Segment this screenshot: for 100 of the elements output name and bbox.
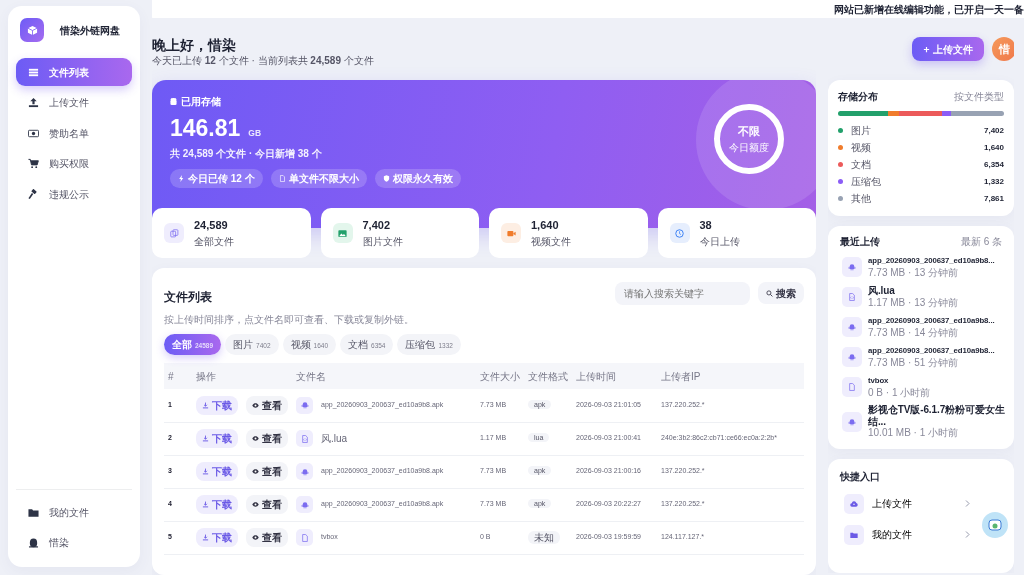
column-header: 文件名	[296, 370, 326, 382]
code-file-icon	[848, 293, 856, 301]
search-button[interactable]: 搜索	[758, 282, 804, 304]
sidebar-item[interactable]: 文件列表	[16, 58, 132, 86]
file-meta: 7.73 MB · 51 分钟前	[868, 356, 960, 369]
quick-link[interactable]: 上传文件	[836, 488, 920, 519]
legend-count: 1,332	[983, 175, 1004, 188]
chevron-right-icon	[963, 530, 972, 539]
stat-label: 视频文件	[531, 234, 571, 249]
legend-label: 压缩包	[851, 175, 881, 189]
greeting-subtitle: 今天已上传 12 个文件 · 当前列表共 24,589 个文件	[152, 54, 374, 69]
storage-value: 146.81	[170, 114, 241, 143]
file-list-hint: 按上传时间排序，点文件名即可查看、下载或复制外链。	[164, 313, 415, 327]
stat-value: 38	[699, 218, 713, 234]
legend-label: 其他	[851, 192, 871, 206]
file-name-link[interactable]: 风.lua	[321, 431, 348, 446]
stat-value: 24,589	[194, 218, 229, 234]
file-name-link[interactable]: 影视仓TV版-6.1.7粉粉可爱女生结...	[868, 404, 1006, 427]
download-button[interactable]: 下载	[196, 429, 238, 448]
eye-icon	[252, 435, 259, 442]
quick-link[interactable]: 我的文件	[836, 519, 920, 550]
legend-label: 视频	[851, 141, 871, 155]
file-icon	[848, 383, 856, 391]
image-icon	[338, 228, 347, 238]
download-icon	[202, 534, 209, 541]
cart-icon	[28, 158, 39, 169]
stat-value: 7,402	[362, 218, 392, 234]
stat-label: 今日上传	[699, 234, 740, 249]
folder-icon	[28, 506, 39, 518]
column-header: 文件格式	[528, 370, 568, 382]
download-button[interactable]: 下载	[196, 462, 238, 481]
view-button[interactable]: 查看	[246, 495, 288, 514]
brand-name: 惜染外链网盘	[60, 23, 120, 38]
download-icon	[202, 435, 209, 442]
file-meta: 7.73 MB · 13 分钟前	[868, 266, 960, 279]
view-button[interactable]: 查看	[246, 462, 288, 481]
cloud-upload-icon	[850, 499, 858, 508]
video-camera-icon	[506, 228, 516, 238]
announcement-text: 网站已新增在线编辑功能，已开启一天一备	[834, 2, 1024, 17]
sidebar-item[interactable]: 违规公示	[16, 180, 132, 208]
sidebar-item[interactable]: 我的文件	[16, 498, 132, 526]
list-icon	[28, 66, 39, 78]
stat-label: 图片文件	[362, 234, 403, 249]
helper-mascot-icon[interactable]	[982, 512, 1008, 538]
folder-icon	[850, 530, 858, 539]
view-button[interactable]: 查看	[246, 395, 288, 415]
column-header: 上传者IP	[661, 370, 701, 382]
sidebar-item[interactable]: 购买权限	[16, 149, 132, 178]
column-header: #	[168, 370, 174, 382]
quota-caption: 今日额度	[729, 140, 769, 155]
storage-label: 已用存储	[181, 95, 221, 109]
file-meta: 0 B · 1 小时前	[868, 386, 931, 399]
storage-distribution-title: 存储分布	[838, 90, 878, 104]
stat-label: 全部文件	[194, 234, 234, 249]
upload-button[interactable]: 上传文件	[912, 37, 984, 61]
file-icon	[300, 533, 309, 542]
download-icon	[202, 468, 209, 475]
eye-icon	[252, 534, 259, 541]
file-list-title: 文件列表	[164, 289, 212, 306]
storage-summary: 共 24,589 个文件 · 今日新增 38 个	[170, 147, 322, 159]
lightning-icon	[178, 175, 185, 182]
file-meta: 10.01 MB · 1 小时前	[868, 427, 960, 439]
eye-icon	[252, 468, 259, 475]
database-icon	[170, 97, 177, 106]
view-button[interactable]: 查看	[246, 429, 288, 448]
sidebar-item[interactable]: 赞助名单	[16, 119, 132, 147]
feature-chip: 单文件不限大小	[270, 169, 367, 188]
download-button[interactable]: 下载	[196, 528, 238, 547]
banknote-icon	[28, 127, 39, 139]
feature-chip: 权限永久有效	[374, 169, 461, 188]
storage-distribution-note: 按文件类型	[954, 90, 1004, 104]
plus-icon	[923, 45, 930, 53]
recent-uploads-title: 最近上传	[840, 235, 880, 249]
view-button[interactable]: 查看	[246, 528, 288, 547]
legend-count: 6,354	[983, 158, 1004, 171]
search-field[interactable]: 请输入搜索关键字	[615, 281, 750, 305]
shield-icon	[382, 175, 390, 182]
legend-label: 图片	[851, 124, 871, 138]
upload-icon	[28, 97, 39, 108]
download-icon	[202, 401, 209, 409]
hammer-icon	[28, 188, 39, 200]
sidebar-item[interactable]: 惜染	[16, 528, 132, 557]
column-header: 文件大小	[480, 370, 520, 382]
column-header: 操作	[196, 370, 216, 382]
column-header: 上传时间	[576, 370, 616, 382]
storage-unit: GB	[248, 127, 262, 140]
download-button[interactable]: 下载	[196, 395, 238, 415]
stat-value: 1,640	[531, 218, 560, 234]
file-name-link[interactable]: 风.lua	[868, 285, 959, 297]
search-icon	[766, 289, 773, 297]
quota-value: 不限	[738, 124, 760, 140]
code-file-icon	[300, 434, 309, 443]
recent-uploads-note: 最新 6 条	[960, 235, 1002, 249]
clock-icon	[675, 228, 684, 238]
download-icon	[202, 501, 209, 508]
eye-icon	[252, 401, 259, 409]
file-meta: 1.17 MB · 13 分钟前	[868, 296, 959, 309]
sidebar-item[interactable]: 上传文件	[16, 88, 132, 117]
greeting-title: 晚上好，惜染	[152, 38, 237, 54]
download-button[interactable]: 下载	[196, 495, 238, 514]
